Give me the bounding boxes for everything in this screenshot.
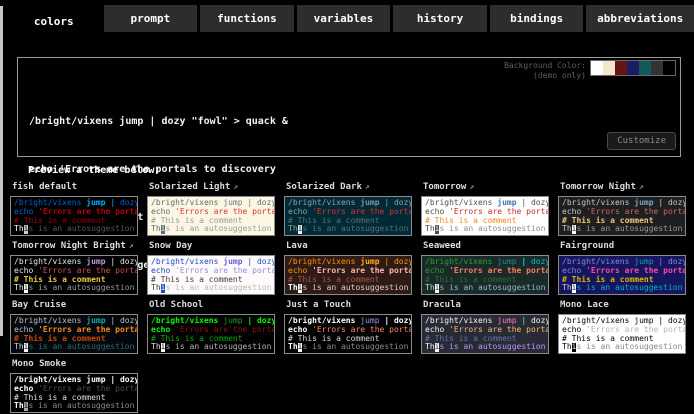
bg-swatch-dark-gray[interactable] (651, 61, 663, 75)
theme-title: Dracula (423, 300, 549, 312)
sample-line4: This is an autosuggestion (14, 225, 134, 234)
theme-preview-terminal[interactable]: /bright/vixens jump | dozy "echo 'Errors… (421, 255, 549, 295)
theme-card-seaweed[interactable]: Seaweed/bright/vixens jump | dozy "echo … (421, 240, 549, 295)
sample-line4: This is an autosuggestion (151, 225, 271, 234)
theme-title: fish default (12, 182, 138, 194)
theme-card-solarized-dark[interactable]: Solarized Dark↗ /bright/vixens jump | doz… (284, 181, 412, 236)
sample-line4: This is an autosuggestion (562, 284, 682, 293)
customize-button[interactable]: Customize (607, 132, 676, 150)
tab-history[interactable]: history (393, 5, 487, 32)
theme-title: Just a Touch (286, 300, 412, 312)
bg-swatch-dark-red[interactable] (615, 61, 627, 75)
background-color-label-line2: (demo only) (504, 71, 586, 81)
theme-preview-terminal[interactable]: /bright/vixens jump | dozy "echo 'Errors… (284, 314, 412, 354)
theme-card-snow-day[interactable]: Snow Day/bright/vixens jump | dozy "echo… (147, 240, 275, 295)
theme-title: Seaweed (423, 241, 549, 253)
theme-preview-terminal[interactable]: /bright/vixens jump | dozy "echo 'Errors… (147, 255, 275, 295)
sample-line4: This is an autosuggestion (562, 343, 682, 352)
left-scrollbar[interactable] (0, 6, 3, 336)
tab-bindings[interactable]: bindings (490, 5, 584, 32)
theme-card-fish-default[interactable]: fish default/bright/vixens jump | dozy "… (10, 181, 138, 236)
theme-card-mono-smoke[interactable]: Mono Smoke/bright/vixens jump | dozy "ec… (10, 358, 138, 413)
theme-title: Mono Smoke (12, 359, 138, 371)
theme-card-solarized-light[interactable]: Solarized Light↗ /bright/vixens jump | do… (147, 181, 275, 236)
tab-bar: colors prompt functions variables histor… (7, 5, 694, 38)
theme-preview-terminal[interactable]: /bright/vixens jump | dozy "echo 'Errors… (284, 255, 412, 295)
theme-card-just-a-touch[interactable]: Just a Touch/bright/vixens jump | dozy "… (284, 299, 412, 354)
theme-card-bay-cruise[interactable]: Bay Cruise/bright/vixens jump | dozy "ec… (10, 299, 138, 354)
sample-line4: This is an autosuggestion (425, 343, 545, 352)
tab-colors[interactable]: colors (7, 5, 101, 38)
theme-title: Solarized Dark↗ (286, 182, 412, 194)
theme-title: Snow Day (149, 241, 275, 253)
sample-line4: This is an autosuggestion (151, 284, 271, 293)
theme-title: Lava (286, 241, 412, 253)
theme-card-dracula[interactable]: Dracula/bright/vixens jump | dozy "echo … (421, 299, 549, 354)
theme-preview-terminal[interactable]: /bright/vixens jump | dozy "echo 'Errors… (10, 373, 138, 413)
sample-line4: This is an autosuggestion (14, 284, 134, 293)
theme-title: Tomorrow↗ (423, 182, 549, 194)
color-preview-panel: Background Color: (demo only) /bright/vi… (17, 57, 681, 157)
theme-grid: fish default/bright/vixens jump | dozy "… (10, 181, 686, 413)
theme-preview-terminal[interactable]: /bright/vixens jump | dozy "echo 'Errors… (421, 196, 549, 236)
theme-card-tomorrow-night-bright[interactable]: Tomorrow Night Bright↗ /bright/vixens jum… (10, 240, 138, 295)
bg-swatch-cream[interactable] (603, 61, 615, 75)
tab-variables[interactable]: variables (297, 5, 391, 32)
theme-title: Old School (149, 300, 275, 312)
theme-preview-terminal[interactable]: /bright/vixens jump | dozy "echo 'Errors… (421, 314, 549, 354)
sample-line4: This is an autosuggestion (288, 343, 408, 352)
external-link-icon: ↗ (233, 182, 238, 191)
external-link-icon: ↗ (469, 182, 474, 191)
theme-title: Mono Lace (560, 300, 686, 312)
sample-line4: This is an autosuggestion (14, 402, 134, 411)
tab-abbreviations[interactable]: abbreviations (586, 5, 694, 32)
sample-line4: This is an autosuggestion (562, 225, 682, 234)
theme-title: Bay Cruise (12, 300, 138, 312)
theme-preview-terminal[interactable]: /bright/vixens jump | dozy "echo 'Errors… (10, 196, 138, 236)
theme-title: Fairground (560, 241, 686, 253)
theme-preview-terminal[interactable]: /bright/vixens jump | dozy "echo 'Errors… (558, 255, 686, 295)
theme-preview-terminal[interactable]: /bright/vixens jump | dozy "echo 'Errors… (10, 255, 138, 295)
sample-line4: This is an autosuggestion (425, 225, 545, 234)
tab-prompt[interactable]: prompt (104, 5, 198, 32)
theme-card-tomorrow[interactable]: Tomorrow↗ /bright/vixens jump | dozy "ech… (421, 181, 549, 236)
bg-swatch-teal[interactable] (639, 61, 651, 75)
theme-preview-terminal[interactable]: /bright/vixens jump | dozy "echo 'Errors… (147, 314, 275, 354)
theme-preview-terminal[interactable]: /bright/vixens jump | dozy "echo 'Errors… (284, 196, 412, 236)
tab-functions[interactable]: functions (200, 5, 294, 32)
sample-line4: This is an autosuggestion (288, 225, 408, 234)
theme-card-mono-lace[interactable]: Mono Lace/bright/vixens jump | dozy "ech… (558, 299, 686, 354)
theme-preview-terminal[interactable]: /bright/vixens jump | dozy "echo 'Errors… (10, 314, 138, 354)
theme-title: Solarized Light↗ (149, 182, 275, 194)
theme-card-fairground[interactable]: Fairground/bright/vixens jump | dozy "ec… (558, 240, 686, 295)
theme-preview-terminal[interactable]: /bright/vixens jump | dozy "echo 'Errors… (558, 196, 686, 236)
theme-preview-terminal[interactable]: /bright/vixens jump | dozy "echo 'Errors… (558, 314, 686, 354)
bg-swatch-navy[interactable] (627, 61, 639, 75)
sample-line4: This is an autosuggestion (288, 284, 408, 293)
sample-line4: This is an autosuggestion (425, 284, 545, 293)
preview-theme-label: Preview a theme below: (28, 165, 160, 176)
bg-swatch-row (590, 60, 676, 76)
external-link-icon: ↗ (129, 241, 134, 250)
sample-line4: This is an autosuggestion (14, 343, 134, 352)
sample-line4: This is an autosuggestion (151, 343, 271, 352)
theme-preview-terminal[interactable]: /bright/vixens jump | dozy "echo 'Errors… (147, 196, 275, 236)
external-link-icon: ↗ (365, 182, 370, 191)
external-link-icon: ↗ (639, 182, 644, 191)
bg-swatch-black[interactable] (663, 61, 675, 75)
background-color-label-line1: Background Color: (504, 61, 586, 71)
bg-swatch-white[interactable] (591, 61, 603, 75)
theme-title: Tomorrow Night↗ (560, 182, 686, 194)
theme-card-lava[interactable]: Lava/bright/vixens jump | dozy "echo 'Er… (284, 240, 412, 295)
terminal-line-1: /bright/vixens jump | dozy "fowl" > quac… (29, 114, 288, 130)
theme-title: Tomorrow Night Bright↗ (12, 241, 138, 253)
theme-card-tomorrow-night[interactable]: Tomorrow Night↗ /bright/vixens jump | doz… (558, 181, 686, 236)
theme-card-old-school[interactable]: Old School/bright/vixens jump | dozy "ec… (147, 299, 275, 354)
background-color-label: Background Color: (demo only) (504, 61, 586, 81)
